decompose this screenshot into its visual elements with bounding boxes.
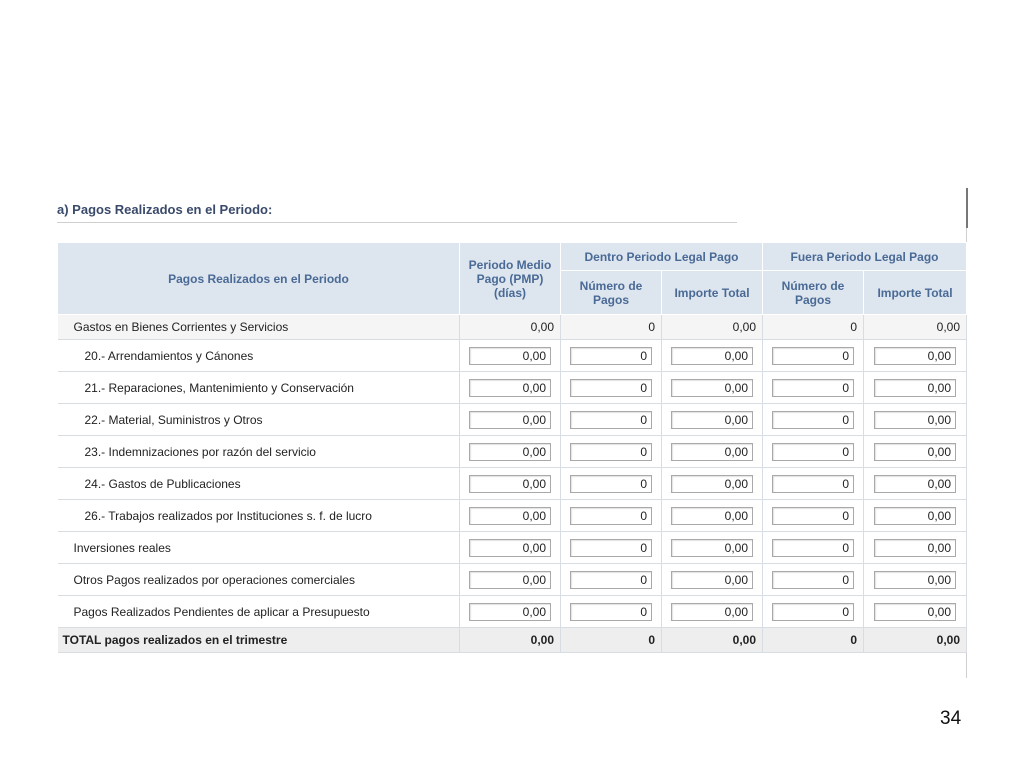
fuera-num-input[interactable] xyxy=(772,410,854,429)
row-label: Inversiones reales xyxy=(57,531,460,564)
header-fuera-num-pagos: Número de Pagos xyxy=(762,270,864,315)
row-label: 26.- Trabajos realizados por Institucion… xyxy=(57,499,460,532)
pmp-value: 0,00 xyxy=(459,314,561,340)
fuera-num-input[interactable] xyxy=(772,474,854,493)
table-row-group: Gastos en Bienes Corrientes y Servicios … xyxy=(57,314,967,340)
page-number: 34 xyxy=(940,708,962,729)
row-label: Pagos Realizados Pendientes de aplicar a… xyxy=(57,595,460,628)
table-row: 20.- Arrendamientos y Cánones xyxy=(57,339,967,372)
section-title: a) Pagos Realizados en el Periodo: xyxy=(57,202,273,217)
table-row: Pagos Realizados Pendientes de aplicar a… xyxy=(57,595,967,628)
total-dentro-num-value: 0 xyxy=(560,627,662,653)
dentro-num-input[interactable] xyxy=(570,442,652,461)
fuera-num-input[interactable] xyxy=(772,602,854,621)
dentro-importe-input[interactable] xyxy=(671,474,753,493)
fuera-num-input[interactable] xyxy=(772,570,854,589)
header-dentro-num-pagos: Número de Pagos xyxy=(560,270,662,315)
table-row: Inversiones reales xyxy=(57,531,967,564)
total-dentro-importe-value: 0,00 xyxy=(661,627,763,653)
pmp-input[interactable] xyxy=(469,346,551,365)
pmp-input[interactable] xyxy=(469,378,551,397)
fuera-importe-input[interactable] xyxy=(874,570,956,589)
header-dentro-importe: Importe Total xyxy=(661,270,763,315)
pmp-input[interactable] xyxy=(469,442,551,461)
fuera-importe-input[interactable] xyxy=(874,474,956,493)
header-label: Pagos Realizados en el Periodo xyxy=(57,242,460,315)
dentro-importe-value: 0,00 xyxy=(661,314,763,340)
section-divider xyxy=(57,222,737,223)
pmp-input[interactable] xyxy=(469,474,551,493)
dentro-importe-input[interactable] xyxy=(671,506,753,525)
header-dentro-group: Dentro Periodo Legal Pago xyxy=(560,242,763,271)
fuera-importe-input[interactable] xyxy=(874,442,956,461)
table-row: 23.- Indemnizaciones por razón del servi… xyxy=(57,435,967,468)
fuera-num-input[interactable] xyxy=(772,378,854,397)
dentro-importe-input[interactable] xyxy=(671,410,753,429)
dentro-importe-input[interactable] xyxy=(671,570,753,589)
total-fuera-importe-value: 0,00 xyxy=(863,627,967,653)
row-label: Gastos en Bienes Corrientes y Servicios xyxy=(57,314,460,340)
dentro-num-input[interactable] xyxy=(570,410,652,429)
dentro-importe-input[interactable] xyxy=(671,538,753,557)
table-row: 24.- Gastos de Publicaciones xyxy=(57,467,967,500)
pmp-input[interactable] xyxy=(469,410,551,429)
dentro-num-input[interactable] xyxy=(570,378,652,397)
total-label: TOTAL pagos realizados en el trimestre xyxy=(57,627,460,653)
scroll-edge xyxy=(966,188,968,228)
fuera-importe-input[interactable] xyxy=(874,506,956,525)
fuera-num-input[interactable] xyxy=(772,442,854,461)
dentro-num-input[interactable] xyxy=(570,346,652,365)
fuera-importe-input[interactable] xyxy=(874,410,956,429)
row-label: 24.- Gastos de Publicaciones xyxy=(57,467,460,500)
fuera-importe-value: 0,00 xyxy=(863,314,967,340)
row-label: 22.- Material, Suministros y Otros xyxy=(57,403,460,436)
dentro-num-input[interactable] xyxy=(570,474,652,493)
pmp-input[interactable] xyxy=(469,602,551,621)
dentro-importe-input[interactable] xyxy=(671,602,753,621)
fuera-num-value: 0 xyxy=(762,314,864,340)
table-row: 26.- Trabajos realizados por Institucion… xyxy=(57,499,967,532)
dentro-num-input[interactable] xyxy=(570,506,652,525)
pmp-input[interactable] xyxy=(469,506,551,525)
header-fuera-group: Fuera Periodo Legal Pago xyxy=(762,242,967,271)
fuera-num-input[interactable] xyxy=(772,506,854,525)
fuera-importe-input[interactable] xyxy=(874,538,956,557)
dentro-importe-input[interactable] xyxy=(671,442,753,461)
total-fuera-num-value: 0 xyxy=(762,627,864,653)
table-row: 22.- Material, Suministros y Otros xyxy=(57,403,967,436)
fuera-num-input[interactable] xyxy=(772,346,854,365)
header-fuera-importe: Importe Total xyxy=(863,270,967,315)
table-row: Otros Pagos realizados por operaciones c… xyxy=(57,563,967,596)
dentro-num-input[interactable] xyxy=(570,570,652,589)
dentro-num-input[interactable] xyxy=(570,538,652,557)
pmp-input[interactable] xyxy=(469,570,551,589)
row-label: 23.- Indemnizaciones por razón del servi… xyxy=(57,435,460,468)
row-label: 21.- Reparaciones, Mantenimiento y Conse… xyxy=(57,371,460,404)
total-pmp-value: 0,00 xyxy=(459,627,561,653)
dentro-importe-input[interactable] xyxy=(671,378,753,397)
table-row: 21.- Reparaciones, Mantenimiento y Conse… xyxy=(57,371,967,404)
row-label: Otros Pagos realizados por operaciones c… xyxy=(57,563,460,596)
payments-table: Pagos Realizados en el Periodo Periodo M… xyxy=(57,242,967,653)
pmp-input[interactable] xyxy=(469,538,551,557)
fuera-importe-input[interactable] xyxy=(874,378,956,397)
dentro-importe-input[interactable] xyxy=(671,346,753,365)
dentro-num-input[interactable] xyxy=(570,602,652,621)
fuera-importe-input[interactable] xyxy=(874,346,956,365)
fuera-num-input[interactable] xyxy=(772,538,854,557)
dentro-num-value: 0 xyxy=(560,314,662,340)
fuera-importe-input[interactable] xyxy=(874,602,956,621)
header-pmp: Periodo Medio Pago (PMP) (días) xyxy=(459,242,561,315)
row-label: 20.- Arrendamientos y Cánones xyxy=(57,339,460,372)
table-row-total: TOTAL pagos realizados en el trimestre 0… xyxy=(57,627,967,653)
